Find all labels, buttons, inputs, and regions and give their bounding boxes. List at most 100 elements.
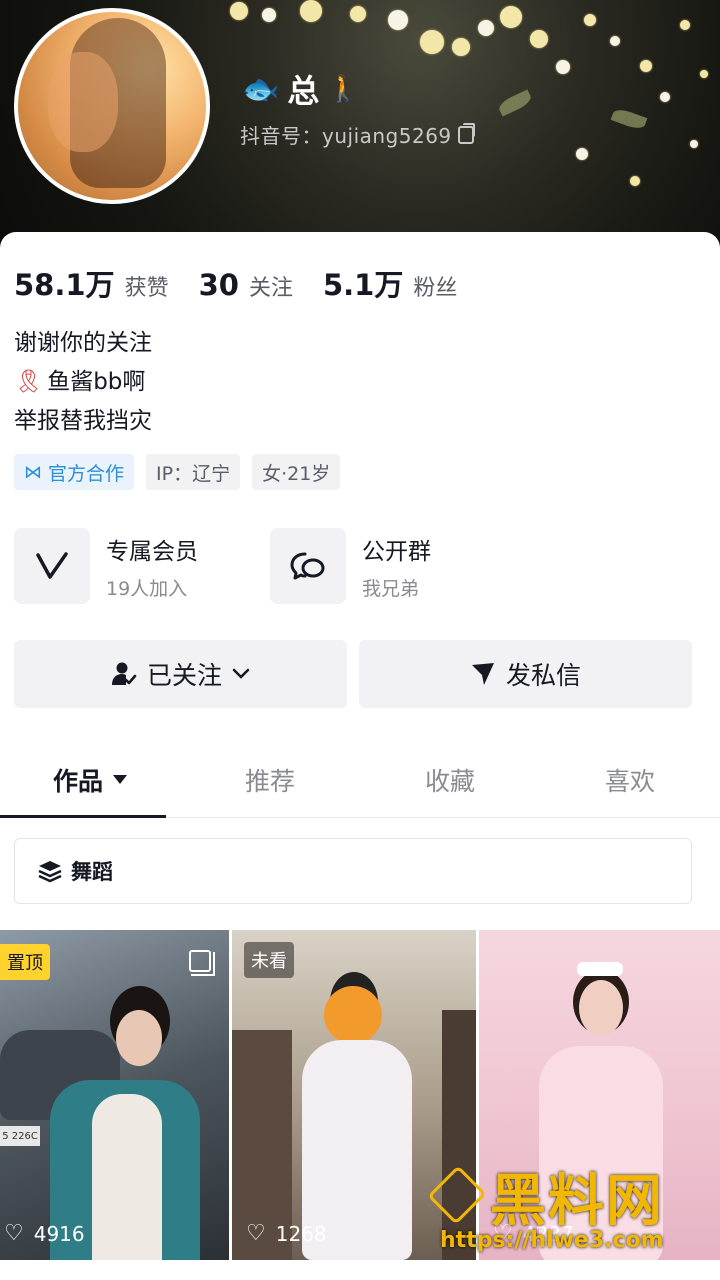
heart-icon: ♡ <box>4 1221 24 1246</box>
unseen-badge: 未看 <box>244 942 294 978</box>
profile-card: 58.1万 获赞 30 关注 5.1万 粉丝 谢谢你的关注 🎗 鱼酱bb啊 举报替… <box>0 232 720 1280</box>
stat-number: 30 <box>198 268 239 302</box>
nickname: 总 <box>287 72 320 110</box>
nickname-row: 🐟 总 🚶 <box>242 66 360 112</box>
group-chat-icon <box>270 528 346 604</box>
multi-image-icon <box>189 950 215 976</box>
flower-decoration <box>420 30 444 54</box>
collection-dance[interactable]: 舞蹈 <box>14 838 692 904</box>
bio-line-2: 🎗 鱼酱bb啊 <box>14 363 152 402</box>
tab-favorites[interactable]: 收藏 <box>360 742 540 817</box>
bio-line: 谢谢你的关注 <box>14 330 152 356</box>
like-count: ♡ 4916 <box>0 1221 85 1246</box>
leaf-decoration <box>496 89 534 117</box>
stats-row: 58.1万 获赞 30 关注 5.1万 粉丝 <box>14 262 457 304</box>
stat-number: 5.1万 <box>322 268 404 302</box>
pinned-badge: 置顶 <box>0 944 50 980</box>
flower-decoration <box>388 10 408 30</box>
tag-row: ⋈ 官方合作 IP：辽宁 女·21岁 <box>14 454 341 490</box>
profile-header-background: 🐟 总 🚶 抖音号：yujiang5269 <box>0 0 720 250</box>
stat-followers[interactable]: 5.1万 粉丝 <box>323 262 457 304</box>
headband-image <box>577 962 623 976</box>
tab-recommend[interactable]: 推荐 <box>180 742 360 817</box>
feature-subtitle: 19人加入 <box>106 577 188 600</box>
person-top-image <box>92 1094 162 1260</box>
avatar-face <box>48 52 118 152</box>
person-check-icon <box>111 662 137 685</box>
chevron-down-icon <box>232 668 250 679</box>
flower-decoration <box>530 30 548 48</box>
douyin-id-row[interactable]: 抖音号：yujiang5269 <box>240 120 475 149</box>
send-arrow-icon <box>471 663 494 685</box>
feature-subtitle: 我兄弟 <box>362 577 420 600</box>
person-face-image <box>579 980 623 1036</box>
door-image <box>442 1010 476 1260</box>
flower-decoration <box>576 148 588 160</box>
flower-decoration <box>452 38 470 56</box>
stat-number: 58.1万 <box>14 268 115 302</box>
tab-label: 喜欢 <box>604 766 655 796</box>
like-number: 4287 <box>522 1221 574 1246</box>
tab-label: 作品 <box>52 766 103 796</box>
tab-likes[interactable]: 喜欢 <box>540 742 720 817</box>
tag-label: 官方合作 <box>48 462 125 485</box>
flower-decoration <box>556 60 570 74</box>
douyin-id: 抖音号：yujiang5269 <box>240 124 452 148</box>
profile-page: 🐟 总 🚶 抖音号：yujiang5269 58.1万 获赞 30 关注 5.1… <box>0 0 720 1280</box>
copy-icon[interactable] <box>457 122 475 144</box>
license-plate: 5 226C <box>0 1126 40 1146</box>
content-tabs: 作品 推荐 收藏 喜欢 <box>0 742 720 818</box>
vip-icon <box>14 528 90 604</box>
stat-label: 关注 <box>248 276 293 301</box>
followed-button[interactable]: 已关注 <box>14 640 347 708</box>
ribbon-icon: 🎗 <box>14 369 44 395</box>
heart-icon: ♡ <box>246 1221 266 1246</box>
ip-location-tag: IP：辽宁 <box>146 454 241 490</box>
flower-decoration <box>680 20 690 30</box>
flower-decoration <box>700 70 708 78</box>
gender-age-tag: 女·21岁 <box>252 454 341 490</box>
walking-person-icon: 🚶 <box>327 74 360 104</box>
bio: 谢谢你的关注 🎗 鱼酱bb啊 举报替我挡灾 <box>14 324 152 441</box>
bio-line: 鱼酱bb啊 <box>47 369 146 395</box>
vip-membership-entry[interactable]: 专属会员 19人加入 <box>14 528 198 604</box>
tab-works[interactable]: 作品 <box>0 742 180 818</box>
video-thumbnail[interactable]: 5 226C 置顶 ♡ 4916 <box>0 930 229 1260</box>
stat-following[interactable]: 30 关注 <box>199 268 293 302</box>
avatar[interactable] <box>14 8 210 204</box>
video-thumbnail[interactable]: 未看 ♡ 1268 <box>232 930 476 1260</box>
flower-decoration <box>690 140 698 148</box>
official-cooperation-tag[interactable]: ⋈ 官方合作 <box>14 454 135 490</box>
stat-label: 获赞 <box>124 276 169 301</box>
followed-label: 已关注 <box>146 661 222 690</box>
stat-label: 粉丝 <box>413 276 458 301</box>
flower-decoration <box>584 14 596 26</box>
bio-line: 举报替我挡灾 <box>14 408 152 434</box>
tag-label: 女·21岁 <box>262 462 331 485</box>
like-count: ♡ 4287 <box>489 1221 574 1246</box>
flower-decoration <box>640 60 652 72</box>
send-message-label: 发私信 <box>505 661 581 690</box>
video-thumbnail[interactable]: ♡ 4287 <box>479 930 720 1260</box>
flower-decoration <box>478 20 494 36</box>
flower-decoration <box>660 92 670 102</box>
caret-down-icon <box>113 775 127 784</box>
tag-label: IP：辽宁 <box>156 462 231 485</box>
video-grid: 5 226C 置顶 ♡ 4916 未看 ♡ 1268 ♡ 4287 <box>0 930 720 1280</box>
send-message-button[interactable]: 发私信 <box>359 640 692 708</box>
feature-title: 公开群 <box>362 538 431 565</box>
flower-decoration <box>610 36 620 46</box>
like-number: 4916 <box>33 1221 85 1246</box>
like-count: ♡ 1268 <box>242 1221 327 1246</box>
flower-decoration <box>230 2 248 20</box>
tab-label: 推荐 <box>244 766 295 796</box>
flower-decoration <box>630 176 640 186</box>
tab-label: 收藏 <box>424 766 475 796</box>
fish-icon: 🐟 <box>242 71 280 107</box>
flower-decoration <box>350 6 366 22</box>
like-number: 1268 <box>275 1221 327 1246</box>
leaf-decoration <box>610 106 648 132</box>
public-group-entry[interactable]: 公开群 我兄弟 <box>270 528 431 604</box>
stat-likes[interactable]: 58.1万 获赞 <box>14 262 169 304</box>
layers-icon <box>38 861 62 883</box>
